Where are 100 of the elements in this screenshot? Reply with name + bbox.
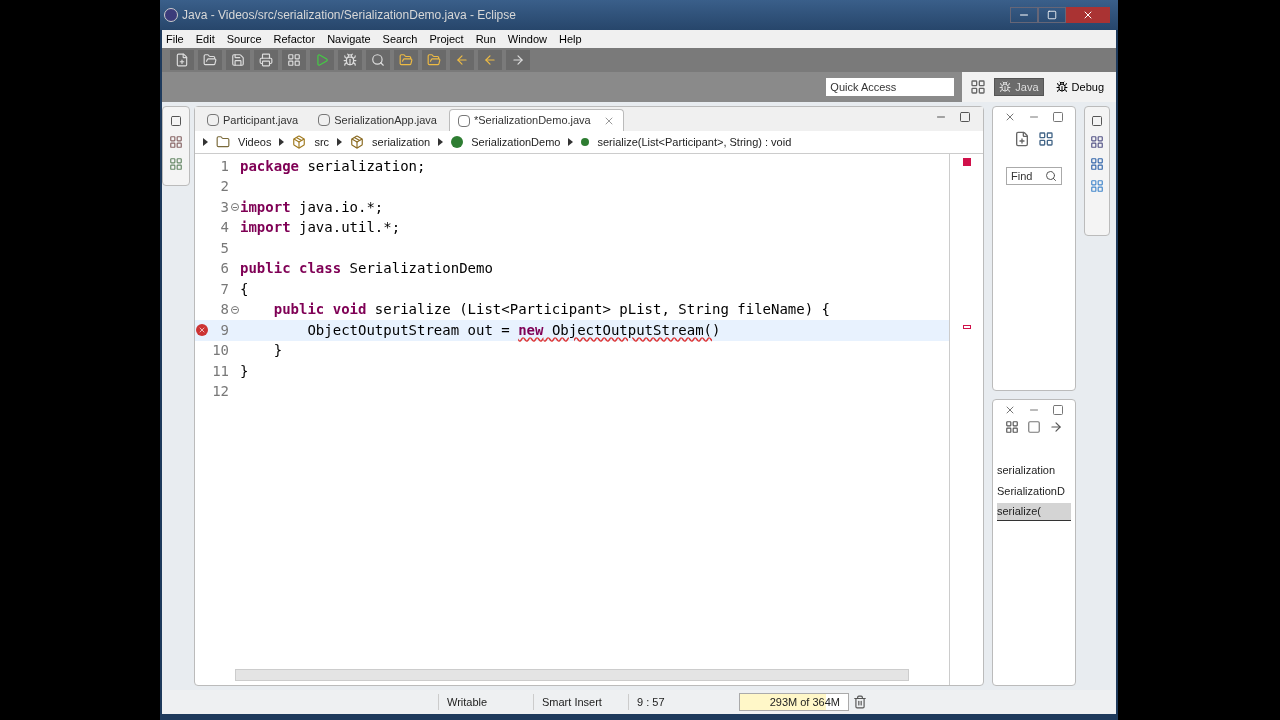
bug-icon [343, 53, 357, 67]
menu-item[interactable]: Refactor [273, 30, 316, 48]
bug-icon [999, 81, 1012, 93]
code-line: public void serialize (List<Participant> pList, String fileName) { [272, 300, 831, 320]
play-icon [315, 53, 329, 67]
toolbar-button[interactable] [198, 50, 222, 70]
menu-item[interactable]: Window [507, 30, 547, 48]
menu-item[interactable]: Edit [195, 30, 215, 48]
file-icon [457, 114, 470, 127]
close-icon[interactable] [1004, 404, 1016, 416]
toolbar-button[interactable] [282, 50, 306, 70]
menu-item[interactable]: Search [382, 30, 418, 48]
folder-icon [203, 53, 217, 67]
toolbar-button[interactable] [226, 50, 250, 70]
code-line: import java.util.*; [240, 218, 401, 238]
line-number: 10 [211, 341, 229, 361]
toolbar-button[interactable] [338, 50, 362, 70]
memory-bar[interactable]: 293M of 364M [739, 693, 849, 711]
view-icon[interactable] [1090, 135, 1104, 149]
line-number: 5 [219, 238, 229, 258]
perspective-button[interactable]: Java [994, 78, 1044, 96]
line-number: 3 [219, 197, 229, 217]
line-number: 1 [219, 156, 229, 176]
maximize-icon[interactable] [1052, 111, 1064, 123]
line-number: 12 [211, 382, 229, 402]
toolbar-button[interactable] [450, 50, 474, 70]
outline-item[interactable]: serialize( [997, 503, 1071, 521]
toolbar-button[interactable] [422, 50, 446, 70]
view-icon[interactable] [1090, 157, 1104, 171]
code-line: import java.io.*; [240, 197, 384, 217]
toolbar-button[interactable] [366, 50, 390, 70]
trash-icon[interactable] [853, 695, 867, 709]
outline-item[interactable]: SerializationD [997, 482, 1071, 499]
maximize-icon[interactable] [1052, 404, 1064, 416]
printer-icon [259, 53, 273, 67]
folder-icon [216, 135, 230, 149]
menu-item[interactable]: Source [226, 30, 262, 48]
code-line: { [240, 279, 249, 299]
maximize-button[interactable] [1038, 7, 1066, 23]
toolbar-button[interactable] [506, 50, 530, 70]
breadcrumb-arrow-icon [203, 138, 208, 146]
line-number: 6 [219, 259, 229, 279]
folder-icon [427, 53, 441, 67]
breadcrumb-item[interactable]: src [314, 133, 330, 151]
code-line: public class SerializationDemo [240, 259, 493, 279]
code-line: package serialization; [240, 156, 426, 176]
code-line: } [272, 341, 283, 361]
forward-arrow-icon [511, 53, 525, 67]
horizontal-scrollbar[interactable] [235, 669, 909, 681]
eclipse-icon [164, 8, 178, 22]
breadcrumb-arrow-icon [438, 138, 444, 146]
folder-icon [399, 53, 413, 67]
menu-item[interactable]: File [166, 30, 184, 48]
code-line: } [240, 361, 249, 381]
outline-item[interactable]: serialization [997, 462, 1071, 479]
breadcrumb-item[interactable]: serialize(List<Participant>, String) : void [597, 133, 792, 151]
line-number: 7 [219, 279, 229, 299]
perspective-button[interactable]: Debug [1051, 78, 1108, 96]
toolbar-button[interactable] [170, 50, 194, 70]
status-text: Smart Insert [533, 693, 628, 711]
toolbar-button[interactable] [254, 50, 278, 70]
minimize-button[interactable] [1010, 7, 1038, 23]
error-marker-icon [962, 325, 971, 329]
line-number: 11 [211, 361, 229, 381]
line-number: 8 [219, 300, 229, 320]
line-number: 2 [219, 177, 229, 197]
view-icon[interactable] [1090, 179, 1104, 193]
menu-item[interactable]: Help [559, 30, 582, 48]
find-field[interactable]: Find [1006, 167, 1062, 185]
toolbar-button[interactable] [394, 50, 418, 70]
menu-item[interactable]: Run [475, 30, 496, 48]
bug-icon [1055, 81, 1068, 93]
method-icon [581, 138, 590, 146]
breadcrumb-arrow-icon [568, 138, 574, 146]
editor-tab[interactable]: *SerializationDemo.java [448, 109, 624, 131]
close-icon[interactable] [1004, 111, 1016, 123]
error-marker-icon [962, 158, 971, 166]
package-icon [292, 135, 307, 149]
toolbar-button[interactable] [310, 50, 334, 70]
new-file-icon [175, 53, 189, 67]
grid-icon [287, 53, 301, 67]
window-title: Java - Videos/src/serialization/SerializationDemo.java - Eclipse [182, 7, 517, 24]
close-icon [1082, 9, 1094, 21]
breadcrumb-item[interactable]: serialization [372, 133, 431, 151]
breadcrumb-item[interactable]: Videos [238, 133, 272, 151]
quick-access-field[interactable]: Quick Access [826, 78, 955, 96]
status-text: Writable [438, 693, 533, 711]
breadcrumb-item[interactable]: SerializationDemo [471, 133, 561, 151]
status-text: 9 : 57 [628, 693, 723, 711]
search-icon [1045, 170, 1057, 182]
toolbar-button[interactable] [478, 50, 502, 70]
menu-item[interactable]: Project [429, 30, 464, 48]
line-number: 4 [219, 218, 229, 238]
editor-tab[interactable]: SerializationApp.java [310, 109, 445, 131]
code-line: ObjectOutputStream out = new ObjectOutputStream() [306, 320, 721, 340]
maximize-icon[interactable] [959, 111, 971, 123]
class-icon [451, 136, 464, 148]
new-task-icon[interactable] [1014, 131, 1030, 147]
menu-item[interactable]: Navigate [327, 30, 371, 48]
editor-tab[interactable]: Participant.java [199, 109, 307, 131]
